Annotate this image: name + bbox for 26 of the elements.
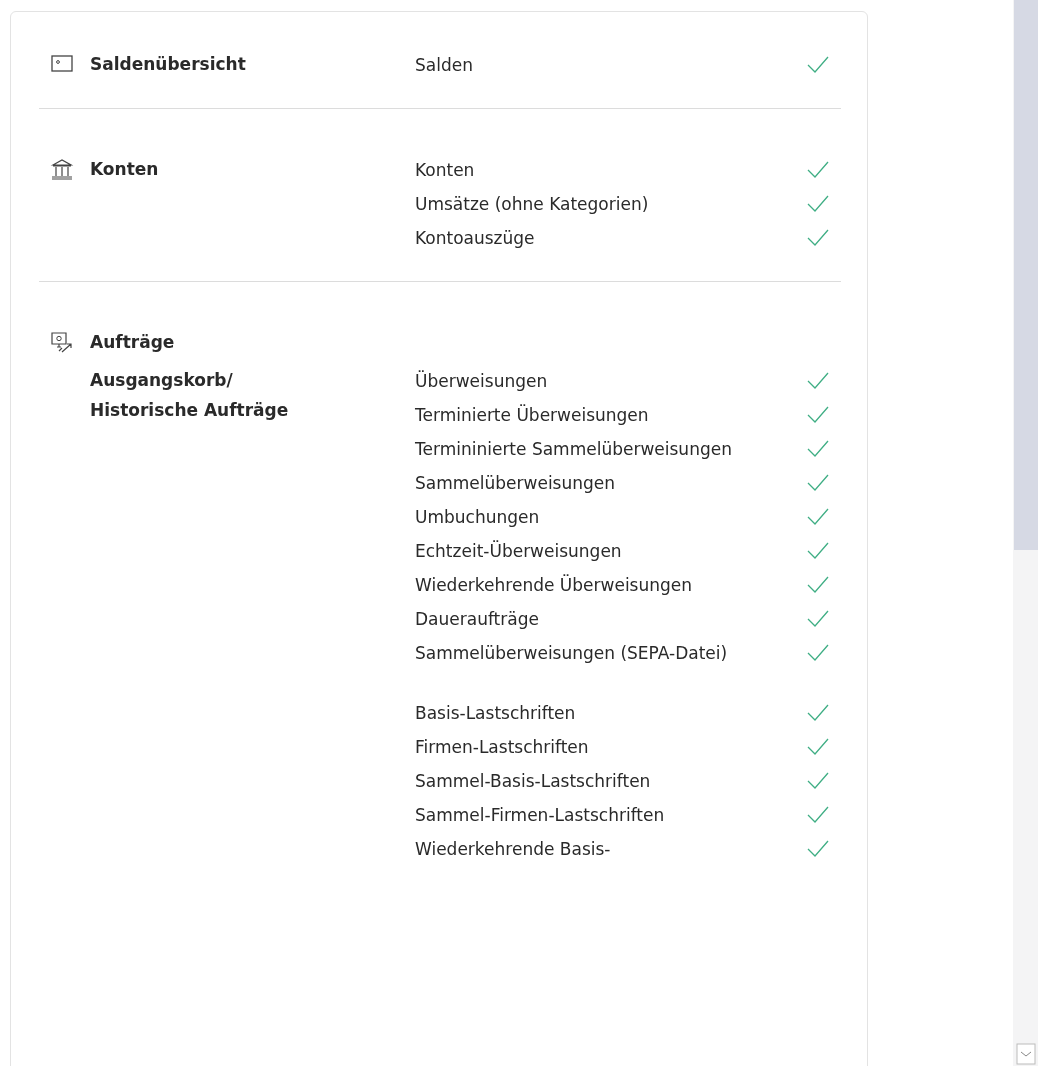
permission-label: Basis-Lastschriften bbox=[415, 701, 577, 725]
permission-label: Terminierte Überweisungen bbox=[415, 403, 650, 427]
permission-label: Firmen-Lastschriften bbox=[415, 735, 590, 759]
scrollbar[interactable] bbox=[1013, 0, 1038, 1066]
permission-label: Kontoauszüge bbox=[415, 226, 536, 250]
permission-label: Überweisungen bbox=[415, 369, 549, 393]
permission-label: Sammel-Firmen-Lastschriften bbox=[415, 803, 666, 827]
group-subtitle: Ausgangskorb/ Historische Aufträge bbox=[90, 369, 290, 422]
permission-label: Daueraufträge bbox=[415, 607, 540, 631]
card-icon bbox=[49, 53, 75, 75]
permission-label: Konten bbox=[415, 158, 476, 182]
permission-label: Sammelüberweisungen (SEPA-Datei) bbox=[415, 641, 729, 665]
permission-label: Wiederkehrende Basis- bbox=[415, 837, 612, 861]
section-title: Konten bbox=[90, 159, 159, 179]
permission-label: Sammelüberweisungen bbox=[415, 471, 617, 495]
section-title: Saldenübersicht bbox=[90, 54, 246, 74]
permission-label: Wiederkehrende Überweisungen bbox=[415, 573, 694, 597]
permission-label: Sammel-Basis-Lastschriften bbox=[415, 769, 652, 793]
permission-label: Umsätze (ohne Kategorien) bbox=[415, 192, 650, 216]
transfer-icon bbox=[49, 331, 75, 353]
permission-label: Termininierte Sammelüberweisungen bbox=[415, 437, 733, 461]
bank-icon bbox=[49, 158, 75, 180]
permission-label: Salden bbox=[415, 53, 474, 77]
permission-label: Umbuchungen bbox=[415, 505, 541, 529]
section-title: Aufträge bbox=[90, 332, 175, 352]
permission-label: Echtzeit-Überweisungen bbox=[415, 539, 623, 563]
